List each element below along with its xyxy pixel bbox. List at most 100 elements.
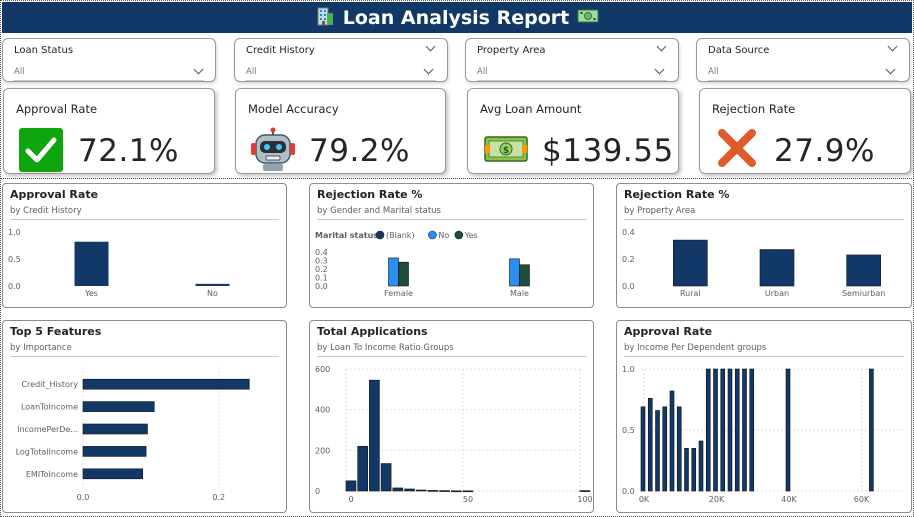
chart-divider [624, 219, 904, 220]
kpi-value: 27.9% [774, 133, 875, 169]
chart-approval-by-credit-history[interactable]: Approval Rate by Credit History 1.0 0.5 0.… [2, 183, 287, 308]
bar [82, 423, 148, 435]
chart-total-applications[interactable]: Total Applications by Loan To Income Rat… [309, 320, 594, 513]
cross-mark-icon [716, 127, 758, 173]
bar [345, 480, 357, 492]
chart-title: Total Applications [317, 325, 428, 338]
chart-plot: 0.0 0.2 Credit_History LoanToIncome IncomePe… [16, 367, 250, 502]
chevron-down-icon[interactable] [425, 41, 436, 52]
bar [427, 490, 439, 492]
legend-marker [428, 230, 437, 240]
bar [519, 264, 530, 287]
x-tick-label: 100 [577, 495, 592, 504]
y-tick-label: 0 [315, 487, 320, 496]
bar [195, 283, 230, 286]
bar [785, 368, 791, 492]
x-tick-label: 0.0 [77, 493, 90, 502]
bar [742, 368, 747, 492]
bar [398, 261, 409, 287]
slicer-property-area[interactable]: Property Area All [465, 38, 679, 82]
slicer-credit-history[interactable]: Credit History All [234, 38, 448, 82]
legend-marker [454, 230, 464, 240]
kpi-value: 72.1% [78, 133, 179, 169]
chart-divider [624, 356, 904, 357]
y-tick-label: 0.5 [8, 255, 21, 264]
chevron-down-icon[interactable] [656, 41, 667, 52]
x-tick-label: Yes [84, 289, 98, 298]
bar [74, 241, 109, 286]
chevron-down-icon[interactable] [423, 64, 434, 75]
chart-rejection-by-property-area[interactable]: Rejection Rate % by Property Area 0.4 0.2… [616, 183, 912, 308]
kpi-label: Model Accuracy [248, 102, 339, 116]
slicer-label: Loan Status [14, 45, 74, 56]
x-tick-label: 40K [781, 495, 797, 504]
kpi-label: Avg Loan Amount [480, 102, 582, 116]
kpi-avg-loan-amount: Avg Loan Amount $ $139.55 [467, 88, 679, 174]
x-tick-label: 60K [854, 495, 870, 504]
chart-title: Rejection Rate % [317, 188, 423, 201]
bar [357, 445, 369, 492]
slicer-underline [708, 80, 898, 81]
bar [388, 257, 399, 287]
x-tick-label: Rural [680, 289, 701, 298]
bar [647, 397, 653, 492]
check-mark-icon [18, 127, 64, 177]
chart-top-5-features[interactable]: Top 5 Features by Importance 0.0 0.2 Credi… [2, 320, 287, 513]
x-tick-label: 0K [639, 495, 650, 504]
y-tick-label: Credit_History [21, 380, 78, 389]
chart-title: Rejection Rate % [624, 188, 730, 201]
bar [579, 490, 591, 492]
y-tick-label: 0.0 [315, 282, 328, 291]
legend-label: No [438, 231, 449, 240]
bar [673, 239, 708, 287]
chart-title: Top 5 Features [10, 325, 102, 338]
y-tick-label: 0.0 [8, 282, 21, 291]
bar [82, 468, 144, 480]
kpi-label: Approval Rate [16, 102, 98, 116]
chart-approval-by-income-per-dependent[interactable]: Approval Rate by Income Per Dependent gr… [616, 320, 912, 513]
chevron-down-icon[interactable] [887, 41, 898, 52]
bar [509, 258, 520, 287]
slicer-loan-status[interactable]: Loan Status All [2, 38, 216, 82]
chart-rejection-by-gender-marital[interactable]: Rejection Rate % by Gender and Marital s… [309, 183, 594, 308]
kpi-value: $139.55 [542, 133, 674, 169]
y-tick-label: 0.1 [315, 274, 328, 283]
kpi-model-accuracy: Model Accuracy 79.2% [235, 88, 446, 174]
bar [749, 368, 755, 492]
bar [82, 378, 250, 390]
slicer-label: Property Area [477, 45, 546, 56]
chevron-down-icon[interactable] [193, 64, 204, 75]
chevron-down-icon[interactable] [885, 64, 896, 75]
chart-subtitle: by Loan To Income Ratio Groups [317, 343, 454, 353]
chart-plot: 1.0 0.5 0.0 0K 20K 40K 60K [622, 365, 902, 504]
y-tick-label: EMIToIncome [26, 470, 78, 479]
money-icon: $ [484, 133, 528, 169]
x-tick-label: No [207, 289, 218, 298]
x-tick-label: 20K [709, 495, 725, 504]
bar [684, 448, 689, 492]
bar [734, 368, 740, 492]
bar [676, 406, 682, 492]
slicer-label: Credit History [246, 45, 315, 56]
money-banknote-icon [577, 8, 599, 28]
bar [662, 406, 668, 492]
x-tick-label: Male [510, 289, 529, 298]
bar [462, 490, 474, 493]
chevron-down-icon[interactable] [654, 64, 665, 75]
slicer-data-source[interactable]: Data Source All [696, 38, 910, 82]
x-tick-label: Female [384, 289, 413, 298]
chart-subtitle: by Income Per Dependent groups [624, 343, 767, 353]
y-tick-label: 0.3 [315, 257, 328, 266]
bar [82, 401, 155, 412]
chart-divider [10, 219, 279, 220]
bar [640, 406, 646, 492]
bar [698, 440, 704, 492]
legend-label: (Blank) [386, 231, 415, 240]
bar [759, 249, 795, 287]
chart-plot: 1.0 0.5 0.0 Yes No [8, 228, 230, 298]
bar [439, 490, 450, 492]
slicer-value: All [477, 67, 488, 77]
svg-text:$: $ [503, 146, 509, 156]
kpi-value: 79.2% [309, 133, 410, 169]
slicer-underline [477, 80, 667, 81]
